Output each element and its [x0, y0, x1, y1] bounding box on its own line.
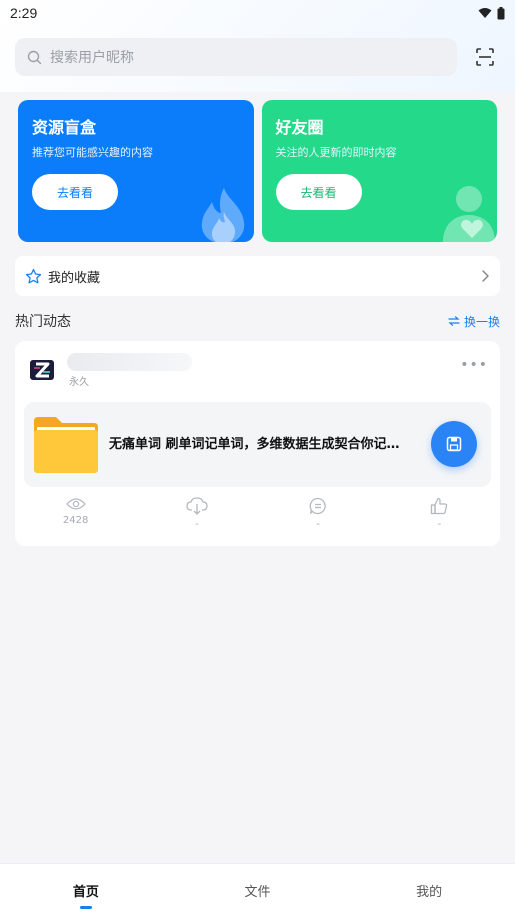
- search-row: 搜索用户昵称: [15, 38, 500, 76]
- refresh-button[interactable]: 换一换: [448, 313, 500, 330]
- friends-go-button[interactable]: 去看看: [275, 174, 362, 210]
- status-bar: 2:29: [0, 0, 515, 26]
- nav-mine-label: 我的: [416, 885, 443, 900]
- post-stats: 2428 - - -: [15, 497, 500, 537]
- promo-title: 资源盲盒: [32, 118, 97, 137]
- file-item[interactable]: 无痛单词 刷单词记单词，多维数据生成契合你记…: [24, 402, 491, 487]
- refresh-label: 换一换: [463, 314, 500, 329]
- more-icon[interactable]: •••: [460, 357, 488, 373]
- wifi-icon: [478, 8, 492, 18]
- search-placeholder: 搜索用户昵称: [50, 50, 134, 66]
- nav-mine[interactable]: 我的: [343, 864, 515, 917]
- comment-icon: [309, 497, 326, 515]
- avatar[interactable]: [27, 355, 57, 385]
- file-name: 无痛单词 刷单词记单词，多维数据生成契合你记…: [109, 437, 400, 452]
- resource-go-button[interactable]: 去看看: [32, 174, 118, 210]
- user-name-blurred: [67, 353, 192, 371]
- nav-files-label: 文件: [244, 885, 271, 900]
- battery-icon: [497, 6, 505, 19]
- status-time: 2:29: [10, 5, 38, 21]
- comment-stat[interactable]: -: [258, 497, 379, 537]
- promo-subtitle: 推荐您可能感兴趣的内容: [32, 146, 153, 159]
- download-count: -: [195, 519, 199, 530]
- hot-section-title: 热门动态: [15, 314, 71, 330]
- nav-home-label: 首页: [72, 885, 99, 900]
- eye-icon: [65, 498, 86, 510]
- star-icon: [25, 268, 42, 283]
- save-button[interactable]: [431, 421, 477, 467]
- floppy-save-icon: [446, 436, 462, 452]
- views-stat[interactable]: 2428: [15, 497, 136, 537]
- post-card[interactable]: 永久 ••• 无痛单词 刷单词记单词，多维数据生成契合你记… 2428 - - …: [15, 341, 500, 546]
- download-icon: [186, 497, 208, 515]
- like-stat[interactable]: -: [379, 497, 500, 537]
- views-count: 2428: [62, 515, 89, 526]
- bottom-nav: 首页 文件 我的: [0, 863, 515, 917]
- nav-files[interactable]: 文件: [172, 864, 344, 917]
- promo-cards: 资源盲盒 推荐您可能感兴趣的内容 去看看 好友圈 关注的人更新的即时内容 去看看: [18, 100, 497, 242]
- friends-circle-card[interactable]: 好友圈 关注的人更新的即时内容 去看看: [261, 100, 497, 242]
- folder-icon: [34, 417, 98, 473]
- search-input[interactable]: 搜索用户昵称: [15, 38, 457, 76]
- active-indicator: [79, 906, 92, 909]
- promo-title: 好友圈: [275, 118, 324, 137]
- friend-heart-icon: [443, 186, 495, 242]
- promo-subtitle: 关注的人更新的即时内容: [275, 146, 397, 159]
- scan-icon: [476, 48, 494, 66]
- status-icons: [478, 6, 505, 20]
- favorites-label: 我的收藏: [48, 270, 101, 286]
- comment-count: -: [316, 519, 320, 530]
- z-logo-icon: [30, 360, 54, 380]
- post-meta: 永久: [69, 377, 89, 388]
- thumbs-up-icon: [431, 497, 448, 515]
- swap-icon: [448, 316, 460, 326]
- resource-blindbox-card[interactable]: 资源盲盒 推荐您可能感兴趣的内容 去看看: [18, 100, 254, 242]
- download-stat[interactable]: -: [136, 497, 257, 537]
- like-count: -: [437, 519, 442, 530]
- nav-home[interactable]: 首页: [0, 864, 172, 917]
- scan-button[interactable]: [470, 42, 500, 72]
- my-favorites-row[interactable]: 我的收藏: [15, 256, 500, 296]
- search-icon: [27, 50, 42, 64]
- chevron-right-icon: [482, 270, 489, 282]
- hot-section-header: 热门动态 换一换: [15, 310, 500, 332]
- flame-icon: [201, 188, 244, 242]
